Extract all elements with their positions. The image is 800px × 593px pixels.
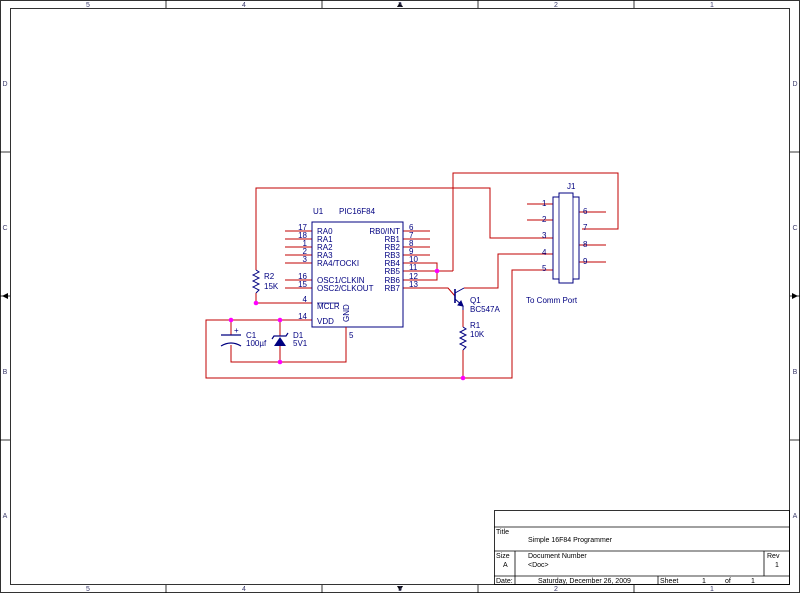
junction-r1-bottom xyxy=(460,375,466,381)
zone-row-right-b: B xyxy=(793,369,798,376)
c1-capacitor: + C1 100µf xyxy=(220,326,267,348)
j1-pin-num: 4 xyxy=(542,248,547,257)
j1-body xyxy=(552,192,580,284)
u1-pin-num: 4 xyxy=(303,295,308,304)
u1-gnd-pin-name: GND xyxy=(342,304,351,322)
zone-row-right-c: C xyxy=(792,225,797,232)
zone-row-left-c: C xyxy=(2,225,7,232)
u1-gnd-pin-num: 5 xyxy=(349,331,354,340)
j1-pin-num: 8 xyxy=(583,240,588,249)
title-block: Title Simple 16F84 Programmer Size A Doc… xyxy=(494,510,790,585)
u1-ref: U1 xyxy=(313,207,324,216)
zone-row-left-d: D xyxy=(2,81,7,88)
d1-value: 5V1 xyxy=(293,339,308,348)
q1-transistor xyxy=(454,287,465,310)
junction-c1-top xyxy=(228,317,234,323)
j1-ref: J1 xyxy=(567,182,576,191)
sheets-value: 1 xyxy=(751,578,755,585)
schematic-canvas: 5 4 3 2 1 5 4 3 2 1 D C B A D C B A U1 P… xyxy=(0,0,800,593)
zone-col-bottom-3: 3 xyxy=(398,586,402,593)
j1-pin-num: 9 xyxy=(583,257,588,266)
u1-pin-name: VDD xyxy=(317,317,334,326)
docnum-label: Document Number xyxy=(528,553,587,560)
r2-value: 15K xyxy=(264,282,279,291)
c1-plus: + xyxy=(234,326,239,335)
zone-col-top-3: 3 xyxy=(398,2,402,9)
title-label: Title xyxy=(496,529,509,536)
d1-zener: D1 5V1 xyxy=(271,331,308,348)
u1-pin-name: MCLR xyxy=(317,302,340,311)
u1-pin-num: 3 xyxy=(303,255,308,264)
r1-resistor: R1 10K xyxy=(458,321,485,351)
j1-pin-num: 2 xyxy=(542,215,547,224)
zone-row-left-b: B xyxy=(3,369,8,376)
u1-pin-name: OSC2/CLKOUT xyxy=(317,284,374,293)
sheet-label: Sheet xyxy=(660,578,678,585)
c1-value: 100µf xyxy=(246,339,267,348)
r1-value: 10K xyxy=(470,330,485,339)
j1-pin-num: 3 xyxy=(542,231,547,240)
u1-value: PIC16F84 xyxy=(339,207,376,216)
junction-mclr xyxy=(253,300,259,306)
j1-connector: J1 To Comm Port 1 2 3 4 5 6 7 8 9 xyxy=(526,182,588,305)
zone-col-bottom-1: 1 xyxy=(710,586,714,593)
size-label: Size xyxy=(496,553,510,560)
j1-pin-num: 1 xyxy=(542,199,547,208)
rev-label: Rev xyxy=(767,553,780,560)
j1-label: To Comm Port xyxy=(526,296,578,305)
junction-d1-top xyxy=(277,317,283,323)
zone-row-right-a: A xyxy=(793,513,798,520)
of-label: of xyxy=(725,578,731,585)
junction-rb5 xyxy=(434,268,440,274)
u1-pin-num: 15 xyxy=(298,280,307,289)
zone-col-top-1: 1 xyxy=(710,2,714,9)
zone-col-top-5: 5 xyxy=(86,2,90,9)
r1-zigzag xyxy=(458,326,468,351)
zone-col-bottom-4: 4 xyxy=(242,586,246,593)
zone-col-bottom-2: 2 xyxy=(554,586,558,593)
u1-pin-num: 13 xyxy=(409,280,418,289)
zone-labels: 5 4 3 2 1 5 4 3 2 1 D C B A D C B A xyxy=(2,2,797,593)
title-value: Simple 16F84 Programmer xyxy=(528,537,613,544)
date-value: Saturday, December 26, 2009 xyxy=(538,578,631,585)
zone-col-top-2: 2 xyxy=(554,2,558,9)
r2-zigzag xyxy=(251,269,261,294)
u1-pin-num: 14 xyxy=(298,312,307,321)
r2-ref: R2 xyxy=(264,272,275,281)
u1-pin-name: RB5 xyxy=(384,267,400,276)
j1-pin-num: 7 xyxy=(583,223,588,232)
j1-pin-num: 5 xyxy=(542,264,547,273)
zone-col-top-4: 4 xyxy=(242,2,246,9)
zone-row-left-a: A xyxy=(3,513,8,520)
u1-pic16f84: U1 PIC16F84 5 GND 17 18 1 2 3 16 15 4 14… xyxy=(298,207,418,344)
zone-col-bottom-5: 5 xyxy=(86,586,90,593)
q1-ref: Q1 xyxy=(470,296,481,305)
sheet-value: 1 xyxy=(702,578,706,585)
u1-pin-name: RA4/TOCKI xyxy=(317,259,359,268)
u1-pin-name: RB7 xyxy=(384,284,400,293)
r1-ref: R1 xyxy=(470,321,481,330)
sheet-border xyxy=(0,0,800,593)
date-label: Date: xyxy=(496,578,513,585)
j1-pin-num: 6 xyxy=(583,207,588,216)
schematic-sheet: { "border": { "columns": ["5", "4", "3",… xyxy=(0,0,800,593)
u1-pin-num: 11 xyxy=(409,263,418,272)
d1-triangle xyxy=(274,337,286,346)
r2-resistor: R2 15K xyxy=(251,269,279,294)
q1-value: BC547A xyxy=(470,305,500,314)
size-value: A xyxy=(503,562,508,569)
zone-row-right-d: D xyxy=(792,81,797,88)
junction-gnd xyxy=(277,359,283,365)
border-arrows xyxy=(2,2,798,591)
rev-value: 1 xyxy=(775,562,779,569)
q1-collector xyxy=(454,287,465,294)
docnum-value: <Doc> xyxy=(528,562,549,569)
